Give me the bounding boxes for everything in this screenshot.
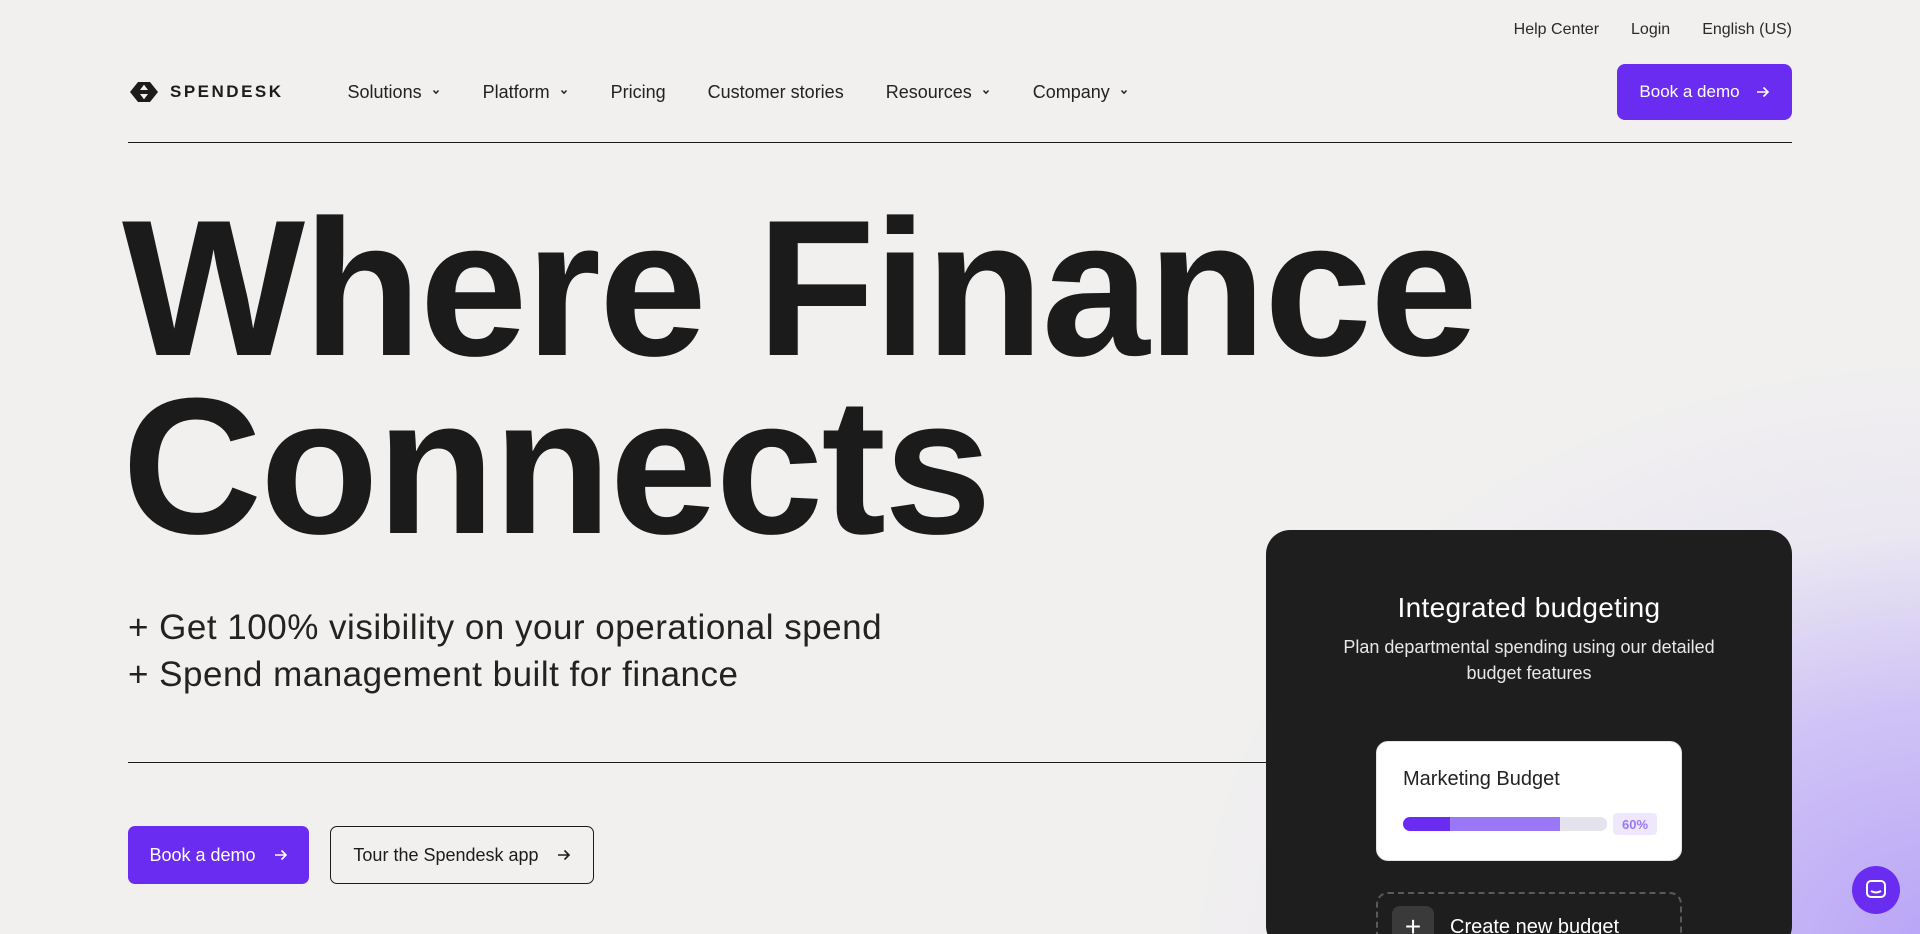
arrow-right-icon (557, 849, 570, 861)
nav-item-label: Pricing (610, 81, 666, 102)
hero-bullets: + Get 100% visibility on your operationa… (128, 604, 882, 698)
nav-item-label: Customer stories (707, 81, 844, 102)
button-label: Tour the Spendesk app (353, 844, 539, 865)
nav-item-platform[interactable]: Platform (483, 82, 569, 103)
nav-item-pricing[interactable]: Pricing (611, 82, 666, 103)
card-subtitle: Plan departmental spending using our det… (1343, 637, 1715, 683)
login-link[interactable]: Login (1631, 21, 1670, 39)
brand-wordmark: SPENDESK (170, 82, 284, 101)
bullet-spend-management: + Spend management built for finance (128, 655, 739, 694)
integrated-budgeting-card: Integrated budgeting Plan departmental s… (1266, 530, 1792, 934)
nav-item-resources[interactable]: Resources (886, 82, 991, 103)
nav-item-company[interactable]: Company (1033, 82, 1129, 103)
hero-headline: Where Finance Connects (122, 180, 1478, 575)
utility-nav: Help Center Login English (US) (1514, 21, 1792, 39)
budget-label: Marketing Budget (1403, 768, 1560, 790)
tour-app-button[interactable]: Tour the Spendesk app (330, 826, 594, 884)
budget-progress-bar (1403, 817, 1607, 831)
chevron-down-icon (560, 89, 567, 95)
spendesk-logo[interactable]: SPENDESK (128, 80, 284, 104)
help-center-link[interactable]: Help Center (1514, 21, 1599, 39)
hero-divider (128, 762, 1268, 763)
nav-item-label: Platform (482, 81, 550, 102)
chat-icon (1866, 880, 1886, 898)
nav-item-label: Solutions (347, 81, 422, 102)
hero-book-demo-button[interactable]: Book a demo (128, 826, 309, 884)
chat-launcher-button[interactable] (1852, 866, 1900, 914)
arrow-right-icon (274, 849, 287, 861)
chevron-down-icon (982, 89, 989, 95)
create-budget-label: Create new budget (1450, 915, 1620, 934)
button-label: Book a demo (149, 844, 256, 865)
main-nav: SPENDESK Solutions Platform Pricing Cust… (128, 64, 1792, 120)
headline-line-2: Connects (122, 358, 992, 575)
spendesk-logo-mark-icon (130, 82, 158, 102)
nav-book-demo-button[interactable]: Book a demo (1617, 64, 1792, 120)
budget-percent-badge: 60% (1613, 813, 1657, 835)
language-selector[interactable]: English (US) (1702, 21, 1792, 39)
nav-item-label: Resources (885, 81, 972, 102)
headline-line-1: Where Finance (122, 180, 1478, 397)
bullet-visibility: + Get 100% visibility on your operationa… (128, 608, 883, 647)
budget-spent-fill (1403, 817, 1450, 831)
create-budget-button[interactable]: + Create new budget (1376, 892, 1682, 934)
card-title: Integrated budgeting (1397, 592, 1661, 623)
arrow-right-icon (1756, 86, 1769, 98)
button-label: Book a demo (1639, 82, 1740, 101)
nav-menu: Solutions Platform Pricing Customer stor… (348, 82, 1129, 103)
budget-committed-fill (1449, 817, 1561, 831)
marketing-budget-widget: Marketing Budget 60% (1376, 741, 1682, 861)
chevron-down-icon (1120, 89, 1127, 95)
plus-icon: + (1392, 906, 1434, 934)
nav-item-label: Company (1032, 81, 1110, 102)
nav-item-solutions[interactable]: Solutions (348, 82, 441, 103)
nav-divider (128, 142, 1792, 143)
nav-item-customer-stories[interactable]: Customer stories (708, 82, 844, 103)
chevron-down-icon (432, 89, 439, 95)
